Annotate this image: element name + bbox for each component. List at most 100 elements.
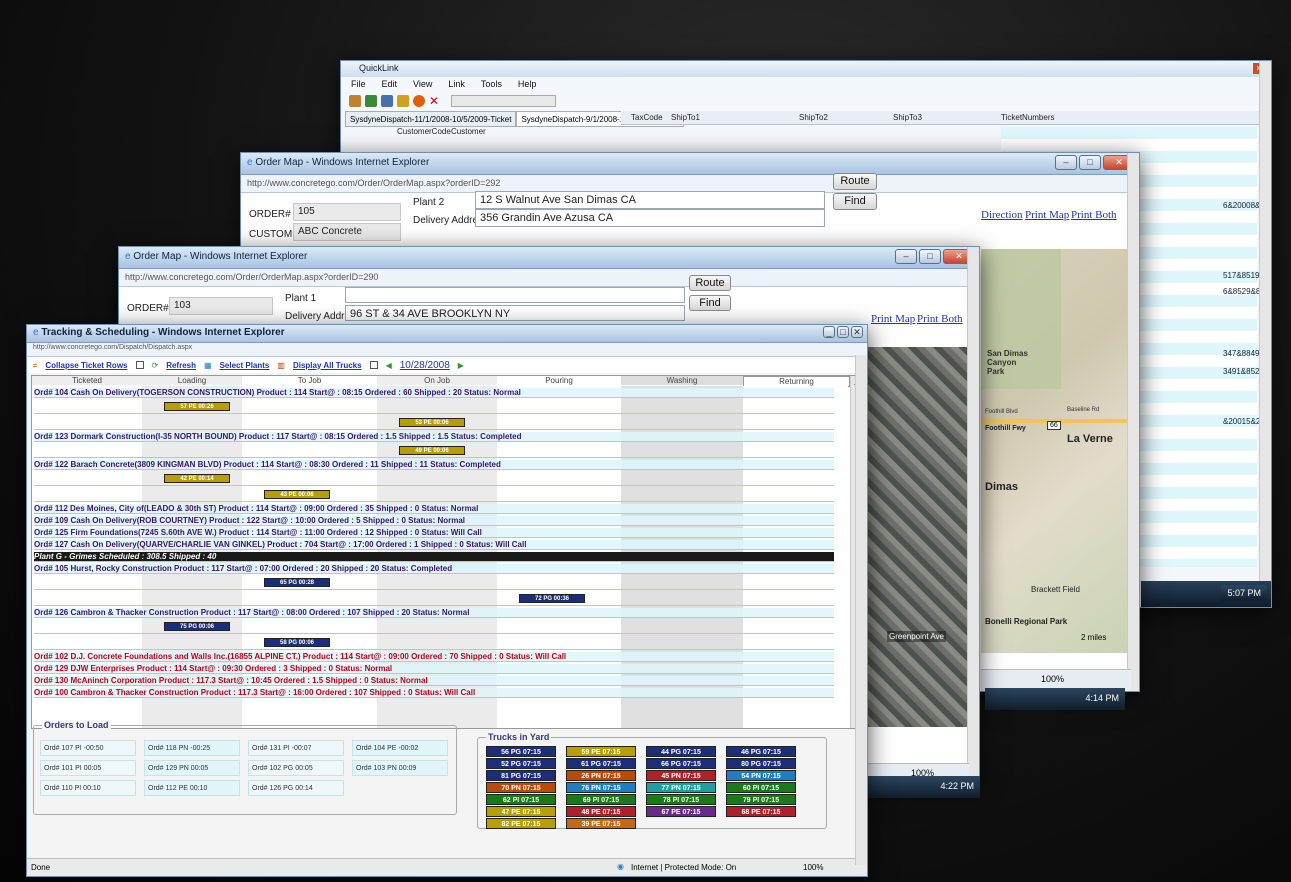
col-taxcode[interactable]: TaxCode — [631, 113, 663, 122]
aerial-map-view[interactable]: Greenpoint Ave — [863, 347, 967, 727]
url-text[interactable]: http://www.concretego.com/Order/OrderMap… — [247, 178, 500, 188]
menu-view[interactable]: View — [413, 79, 432, 91]
table-icon[interactable] — [381, 95, 393, 107]
zoom-level[interactable]: 100% — [1041, 674, 1064, 684]
order-to-load-item[interactable]: Ord# 131 PI -00:07 — [248, 740, 344, 756]
order-row[interactable]: Ord# 104 Cash On Delivery(TOGERSON CONST… — [34, 388, 834, 398]
yard-truck[interactable]: 56 PG 07:15 — [486, 746, 556, 757]
refresh-link[interactable]: Refresh — [166, 361, 196, 370]
order-to-load-item[interactable]: Ord# 118 PN -00:25 — [144, 740, 240, 756]
yard-truck[interactable]: 67 PE 07:15 — [646, 806, 716, 817]
prev-date-icon[interactable]: ◀ — [386, 361, 392, 370]
yard-truck[interactable]: 66 PG 07:15 — [646, 758, 716, 769]
date-link[interactable]: 10/28/2008 — [400, 360, 450, 371]
ordermap-292-scrollbar[interactable] — [1127, 153, 1139, 691]
yard-truck[interactable]: 39 PE 07:15 — [566, 818, 636, 829]
order-row[interactable]: Ord# 130 McAninch Corporation Product : … — [34, 676, 834, 686]
yard-truck[interactable]: 81 PG 07:15 — [486, 770, 556, 781]
yard-truck[interactable]: 79 PI 07:15 — [726, 794, 796, 805]
url-text[interactable]: http://www.concretego.com/Order/OrderMap… — [125, 272, 378, 282]
display-all-trucks-link[interactable]: Display All Trucks — [293, 361, 362, 370]
order-row[interactable]: Ord# 125 Firm Foundations(7245 S.60th AV… — [34, 528, 834, 538]
map-view[interactable]: San Dimas Canyon Park Foothill Blvd Base… — [981, 249, 1127, 653]
truck-pill[interactable]: 42 PE 00:14 — [164, 474, 230, 483]
order-to-load-item[interactable]: Ord# 104 PE -00:02 — [352, 740, 448, 756]
delete-icon[interactable]: ✕ — [429, 95, 441, 107]
delivery-address-field[interactable]: 356 Grandin Ave Azusa CA — [475, 209, 825, 227]
maximize-icon[interactable]: □ — [1079, 155, 1101, 170]
order-to-load-item[interactable]: Ord# 107 PI -00:50 — [40, 740, 136, 756]
yard-truck[interactable]: 48 PE 07:15 — [566, 806, 636, 817]
link-icon[interactable] — [365, 95, 377, 107]
collapse-link[interactable]: Collapse Ticket Rows — [45, 361, 127, 370]
yard-truck[interactable]: 54 PN 07:15 — [726, 770, 796, 781]
truck-pill[interactable]: 75 PG 00:06 — [164, 622, 230, 631]
col-ticketnumbers[interactable]: TicketNumbers — [1001, 113, 1055, 122]
order-to-load-item[interactable]: Ord# 101 PI 00:05 — [40, 760, 136, 776]
order-row[interactable]: Ord# 123 Dormark Construction(I-35 NORTH… — [34, 432, 834, 442]
yard-truck[interactable]: 62 PI 07:15 — [486, 794, 556, 805]
route-button[interactable]: Route — [689, 275, 731, 291]
yard-truck[interactable]: 45 PN 07:15 — [646, 770, 716, 781]
order-row[interactable]: Ord# 122 Barach Concrete(3809 KINGMAN BL… — [34, 460, 834, 470]
stop-icon[interactable] — [413, 95, 425, 107]
truck-pill[interactable]: 72 PG 00:36 — [519, 594, 585, 603]
quicklink-scrollbar[interactable] — [1259, 61, 1271, 607]
order-to-load-item[interactable]: Ord# 112 PE 00:10 — [144, 780, 240, 796]
display-all-checkbox[interactable] — [369, 361, 378, 369]
collapse-checkbox[interactable] — [135, 361, 144, 369]
order-row[interactable]: Ord# 102 D.J. Concrete Foundations and W… — [34, 652, 834, 662]
plant-summary-row[interactable]: Plant G - Grimes Scheduled : 308.5 Shipp… — [34, 552, 834, 562]
minimize-icon[interactable]: – — [895, 249, 917, 264]
yard-truck[interactable]: 44 PG 07:15 — [646, 746, 716, 757]
col-shipto3[interactable]: ShipTo3 — [893, 113, 922, 122]
menu-help[interactable]: Help — [518, 79, 537, 91]
print-both-link[interactable]: Print Both — [1071, 209, 1117, 221]
direction-link[interactable]: Direction — [981, 209, 1023, 221]
yard-truck[interactable]: 60 PI 07:15 — [726, 782, 796, 793]
yard-truck[interactable]: 47 PE 07:15 — [486, 806, 556, 817]
minimize-icon[interactable]: _ — [823, 326, 835, 338]
yard-truck[interactable]: 59 PE 07:15 — [566, 746, 636, 757]
plant-address-field[interactable] — [345, 287, 685, 303]
plant-address-field[interactable]: 12 S Walnut Ave San Dimas CA — [475, 191, 825, 209]
users-icon[interactable] — [349, 95, 361, 107]
print-map-link[interactable]: Print Map — [871, 313, 915, 325]
customer-field[interactable]: ABC Concrete — [293, 223, 401, 241]
yard-truck[interactable]: 68 PE 07:15 — [726, 806, 796, 817]
address-bar[interactable]: http://www.concretego.com/Order/OrderMap… — [119, 269, 979, 287]
yard-truck[interactable]: 78 PI 07:15 — [646, 794, 716, 805]
truck-pill[interactable]: 49 PE 00:06 — [399, 446, 465, 455]
truck-pill[interactable]: 65 PG 00:28 — [264, 578, 330, 587]
order-number-field[interactable]: 105 — [293, 203, 401, 221]
order-to-load-item[interactable]: Ord# 103 PN 00:09 — [352, 760, 448, 776]
menu-edit[interactable]: Edit — [382, 79, 398, 91]
route-button[interactable]: Route — [833, 173, 877, 190]
zoom-level[interactable]: 100% — [803, 863, 823, 872]
order-row[interactable]: Ord# 112 Des Moines, City of(LEADO & 30t… — [34, 504, 834, 514]
address-bar[interactable]: http://www.concretego.com/Dispatch/Dispa… — [27, 343, 867, 357]
page-scrollbar[interactable] — [855, 355, 867, 865]
order-to-load-item[interactable]: Ord# 129 PN 00:05 — [144, 760, 240, 776]
truck-pill[interactable]: 57 PE 00:26 — [164, 402, 230, 411]
yard-truck[interactable]: 80 PG 07:15 — [726, 758, 796, 769]
find-button[interactable]: Find — [833, 193, 877, 210]
order-row[interactable]: Ord# 129 DJW Enterprises Product : 114 S… — [34, 664, 834, 674]
menu-file[interactable]: File — [351, 79, 366, 91]
order-to-load-item[interactable]: Ord# 126 PG 00:14 — [248, 780, 344, 796]
yard-truck[interactable]: 76 PN 07:15 — [566, 782, 636, 793]
delivery-address-field[interactable]: 96 ST & 34 AVE BROOKLYN NY — [345, 305, 685, 321]
order-row[interactable]: Ord# 105 Hurst, Rocky Construction Produ… — [34, 564, 834, 574]
yard-truck[interactable]: 77 PN 07:15 — [646, 782, 716, 793]
menu-tools[interactable]: Tools — [481, 79, 502, 91]
order-row[interactable]: Ord# 100 Cambron & Thacker Construction … — [34, 688, 834, 698]
yard-truck[interactable]: 82 PE 07:15 — [486, 818, 556, 829]
order-number-field[interactable]: 103 — [169, 297, 273, 315]
col-customer[interactable]: Customer — [451, 127, 486, 136]
find-button[interactable]: Find — [689, 295, 731, 311]
yard-truck[interactable]: 26 PN 07:15 — [566, 770, 636, 781]
next-date-icon[interactable]: ▶ — [458, 361, 464, 370]
chart-icon[interactable] — [397, 95, 409, 107]
truck-pill[interactable]: 53 PE 00:06 — [399, 418, 465, 427]
tray-clock[interactable]: 4:22 PM — [940, 781, 974, 791]
